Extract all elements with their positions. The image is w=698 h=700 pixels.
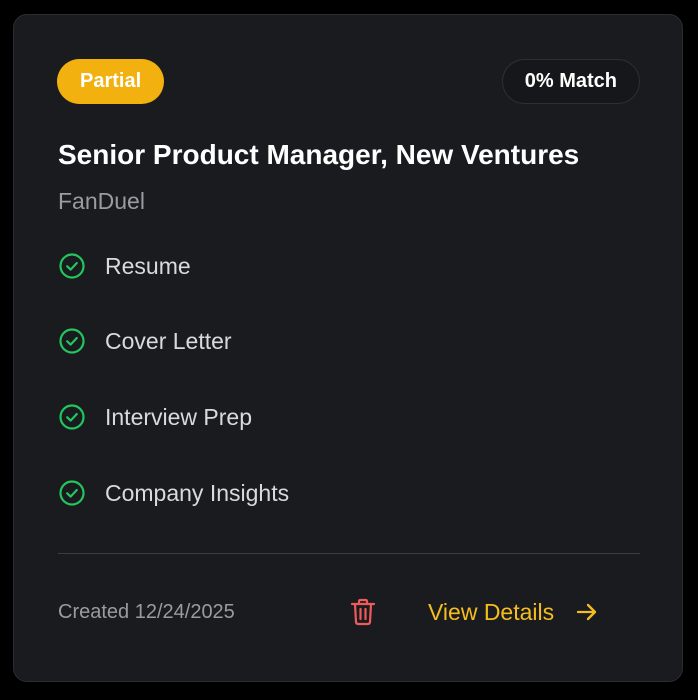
arrow-right-icon bbox=[576, 603, 597, 621]
feature-label: Company Insights bbox=[105, 480, 290, 506]
match-badge: 0% Match bbox=[501, 59, 640, 104]
view-details-link[interactable]: View Details bbox=[428, 595, 600, 629]
feature-item-cover-letter: Cover Letter bbox=[58, 325, 232, 357]
check-circle-icon bbox=[59, 404, 85, 430]
feature-label: Resume bbox=[105, 253, 191, 279]
feature-label: Interview Prep bbox=[105, 404, 253, 430]
job-title: Senior Product Manager, New Ventures bbox=[58, 139, 580, 170]
trash-icon[interactable] bbox=[348, 596, 378, 628]
feature-label: Cover Letter bbox=[105, 328, 232, 354]
check-circle-icon bbox=[59, 253, 85, 279]
feature-item-company-insights: Company Insights bbox=[58, 477, 289, 509]
status-badge: Partial bbox=[57, 59, 165, 104]
check-circle-icon bbox=[59, 480, 85, 506]
company-name: FanDuel bbox=[58, 188, 145, 214]
view-details-label: View Details bbox=[428, 598, 555, 625]
feature-item-interview-prep: Interview Prep bbox=[58, 401, 252, 433]
card-divider bbox=[58, 553, 640, 554]
feature-item-resume: Resume bbox=[58, 250, 191, 282]
created-date: Created 12/24/2025 bbox=[58, 601, 235, 623]
job-application-card: Partial 0% Match Senior Product Manager,… bbox=[13, 14, 683, 682]
check-circle-icon bbox=[59, 328, 85, 354]
